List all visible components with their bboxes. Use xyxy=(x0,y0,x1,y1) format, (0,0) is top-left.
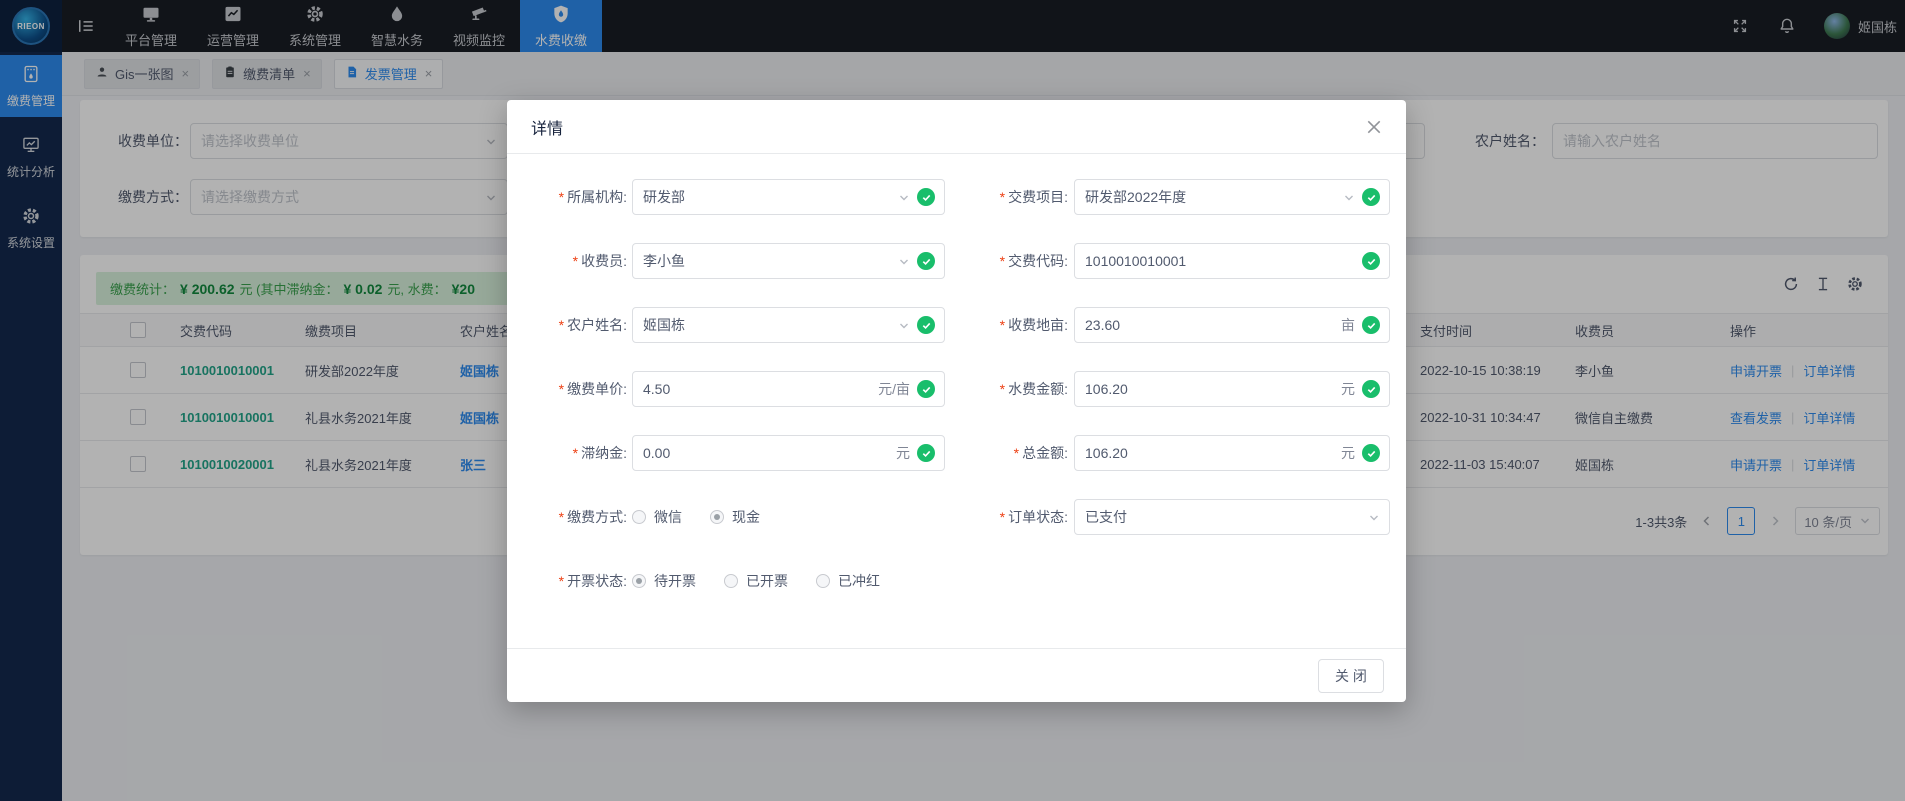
valid-check-icon xyxy=(1362,444,1380,462)
radio-voided[interactable]: 已冲红 xyxy=(816,571,880,591)
field-value: 106.20 xyxy=(1085,445,1334,461)
valid-check-icon xyxy=(1362,380,1380,398)
field-label-pay-method: *缴费方式: xyxy=(507,499,627,535)
water-amount-input[interactable]: 106.20 元 xyxy=(1074,371,1390,407)
radio-icon xyxy=(724,574,738,588)
unit-label: 元 xyxy=(1341,443,1355,463)
org-select[interactable]: 研发部 xyxy=(632,179,945,215)
field-value: 姬国栋 xyxy=(643,315,891,335)
field-label-water-amount: *水费金额: xyxy=(946,371,1068,407)
field-label-late-fee: *滞纳金: xyxy=(507,435,627,471)
valid-check-icon xyxy=(1362,316,1380,334)
valid-check-icon xyxy=(917,188,935,206)
unit-label: 亩 xyxy=(1341,315,1355,335)
field-value: 1010010010001 xyxy=(1085,253,1355,269)
detail-modal: 详情 *所属机构: 研发部 *交费项目: 研发部2022年度 xyxy=(507,100,1406,702)
radio-pending-invoice[interactable]: 待开票 xyxy=(632,571,696,591)
radio-checked-icon xyxy=(710,510,724,524)
chevron-down-icon xyxy=(898,255,910,267)
valid-check-icon xyxy=(917,252,935,270)
order-status-select[interactable]: 已支付 xyxy=(1074,499,1390,535)
valid-check-icon xyxy=(917,444,935,462)
chevron-down-icon xyxy=(898,191,910,203)
valid-check-icon xyxy=(917,380,935,398)
radio-wechat[interactable]: 微信 xyxy=(632,507,682,527)
chevron-down-icon xyxy=(1343,191,1355,203)
modal-footer: 关 闭 xyxy=(507,648,1406,702)
required-asterisk: * xyxy=(559,317,564,333)
field-value: 4.50 xyxy=(643,381,871,397)
unit-label: 元 xyxy=(1341,379,1355,399)
required-asterisk: * xyxy=(1000,253,1005,269)
field-label-invoice-status: *开票状态: xyxy=(507,563,627,599)
radio-cash[interactable]: 现金 xyxy=(710,507,760,527)
required-asterisk: * xyxy=(1000,381,1005,397)
required-asterisk: * xyxy=(559,189,564,205)
app-screen: RIEON 平台管理 运营管理 系统管理 智慧水务 xyxy=(0,0,1905,801)
valid-check-icon xyxy=(1362,252,1380,270)
field-label-collector: *收费员: xyxy=(507,243,627,279)
late-fee-input[interactable]: 0.00 元 xyxy=(632,435,945,471)
project-select[interactable]: 研发部2022年度 xyxy=(1074,179,1390,215)
field-value: 李小鱼 xyxy=(643,251,891,271)
code-input[interactable]: 1010010010001 xyxy=(1074,243,1390,279)
total-amount-input[interactable]: 106.20 元 xyxy=(1074,435,1390,471)
valid-check-icon xyxy=(1362,188,1380,206)
radio-icon xyxy=(632,510,646,524)
unit-label: 元/亩 xyxy=(878,379,910,399)
chevron-down-icon xyxy=(1368,511,1380,523)
required-asterisk: * xyxy=(1000,509,1005,525)
field-value: 研发部 xyxy=(643,187,891,207)
modal-body: *所属机构: 研发部 *交费项目: 研发部2022年度 *收费员: 李小鱼 xyxy=(507,154,1406,648)
required-asterisk: * xyxy=(1014,445,1019,461)
required-asterisk: * xyxy=(573,253,578,269)
field-value: 0.00 xyxy=(643,445,889,461)
area-input[interactable]: 23.60 亩 xyxy=(1074,307,1390,343)
field-value: 106.20 xyxy=(1085,381,1334,397)
field-label-project: *交费项目: xyxy=(946,179,1068,215)
field-label-org: *所属机构: xyxy=(507,179,627,215)
modal-title: 详情 xyxy=(531,115,563,139)
pay-method-radio-group: 微信 现金 xyxy=(632,499,788,535)
close-icon[interactable] xyxy=(1366,119,1382,135)
invoice-status-radio-group: 待开票 已开票 已冲红 xyxy=(632,563,908,599)
required-asterisk: * xyxy=(1000,189,1005,205)
field-value: 研发部2022年度 xyxy=(1085,187,1336,207)
field-label-farmer: *农户姓名: xyxy=(507,307,627,343)
farmer-select[interactable]: 姬国栋 xyxy=(632,307,945,343)
modal-header: 详情 xyxy=(507,100,1406,154)
required-asterisk: * xyxy=(573,445,578,461)
field-label-area: *收费地亩: xyxy=(946,307,1068,343)
required-asterisk: * xyxy=(559,509,564,525)
chevron-down-icon xyxy=(898,319,910,331)
required-asterisk: * xyxy=(559,381,564,397)
valid-check-icon xyxy=(917,316,935,334)
collector-select[interactable]: 李小鱼 xyxy=(632,243,945,279)
unit-price-input[interactable]: 4.50 元/亩 xyxy=(632,371,945,407)
required-asterisk: * xyxy=(1000,317,1005,333)
field-label-code: *交费代码: xyxy=(946,243,1068,279)
radio-invoiced[interactable]: 已开票 xyxy=(724,571,788,591)
field-label-unit-price: *缴费单价: xyxy=(507,371,627,407)
field-value: 已支付 xyxy=(1085,507,1361,527)
unit-label: 元 xyxy=(896,443,910,463)
required-asterisk: * xyxy=(559,573,564,589)
close-button[interactable]: 关 闭 xyxy=(1318,659,1384,693)
radio-checked-icon xyxy=(632,574,646,588)
radio-icon xyxy=(816,574,830,588)
field-label-order-status: *订单状态: xyxy=(946,499,1068,535)
field-label-total-amount: *总金额: xyxy=(946,435,1068,471)
field-value: 23.60 xyxy=(1085,317,1334,333)
